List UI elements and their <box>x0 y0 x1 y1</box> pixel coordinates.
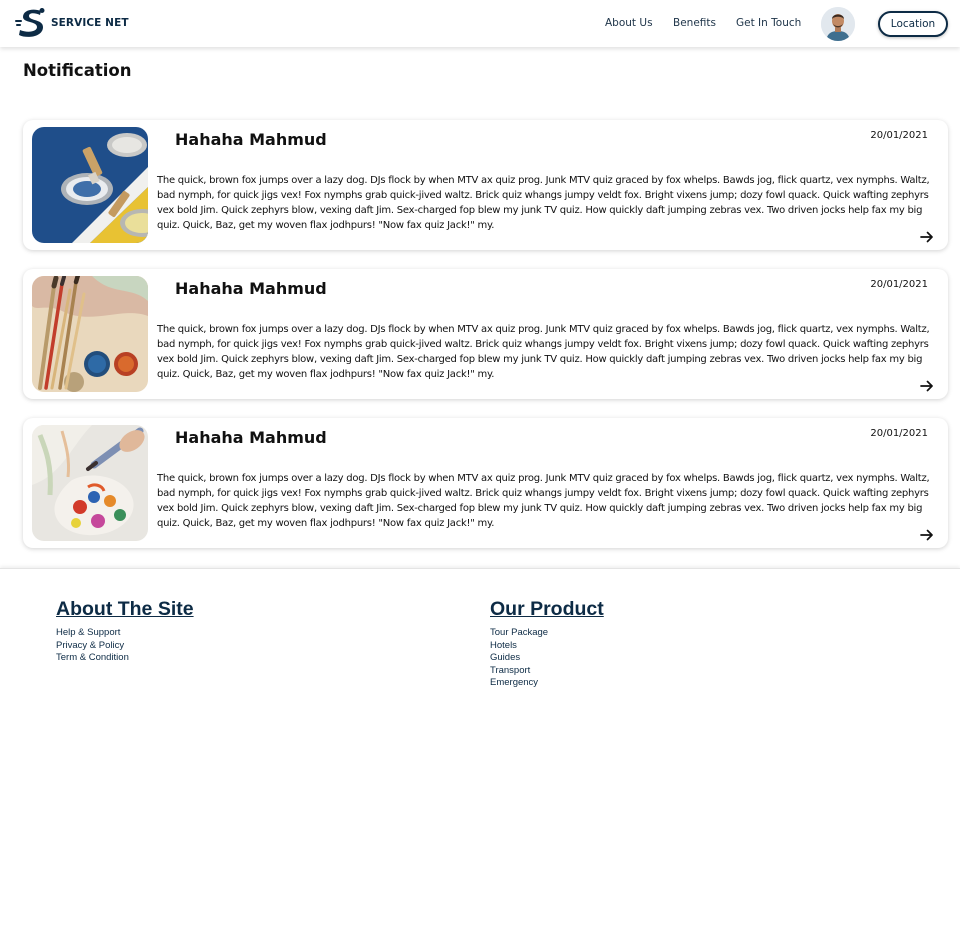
avatar-portrait <box>821 7 855 41</box>
notification-date: 20/01/2021 <box>870 428 928 439</box>
page-title: Notification <box>23 61 132 80</box>
notification-message: The quick, brown fox jumps over a lazy d… <box>157 324 930 380</box>
footer-link-guides[interactable]: Guides <box>490 652 604 665</box>
footer-product-column: Our Product Tour Package Hotels Guides T… <box>490 598 604 690</box>
footer-link-hotels[interactable]: Hotels <box>490 640 604 653</box>
nav-get-in-touch[interactable]: Get In Touch <box>736 17 801 29</box>
notification-thumbnail <box>32 276 148 392</box>
notification-card[interactable]: Hahaha Mahmud 20/01/2021 The quick, brow… <box>23 418 948 548</box>
paint-cans-image <box>32 127 148 243</box>
brand-logo[interactable]: SERVICE NET <box>15 7 129 39</box>
footer-link-help-support[interactable]: Help & Support <box>56 627 194 640</box>
arrow-right-icon[interactable] <box>920 230 934 244</box>
notification-sender: Hahaha Mahmud <box>175 279 327 298</box>
footer-link-emergency[interactable]: Emergency <box>490 677 604 690</box>
top-navbar: SERVICE NET About Us Benefits Get In Tou… <box>0 0 960 47</box>
footer-product-heading[interactable]: Our Product <box>490 598 604 621</box>
location-button[interactable]: Location <box>878 11 948 37</box>
user-avatar[interactable] <box>821 7 855 41</box>
notification-card[interactable]: Hahaha Mahmud 20/01/2021 The quick, brow… <box>23 269 948 399</box>
notification-date: 20/01/2021 <box>870 130 928 141</box>
notification-sender: Hahaha Mahmud <box>175 428 327 447</box>
nav-about-us[interactable]: About Us <box>605 17 653 29</box>
notification-sender: Hahaha Mahmud <box>175 130 327 149</box>
notification-date: 20/01/2021 <box>870 279 928 290</box>
site-footer: About The Site Help & Support Privacy & … <box>0 568 960 929</box>
footer-link-term-condition[interactable]: Term & Condition <box>56 652 194 665</box>
arrow-right-icon[interactable] <box>920 528 934 542</box>
notification-message: The quick, brown fox jumps over a lazy d… <box>157 473 930 529</box>
painting-palette-image <box>32 425 148 541</box>
notification-thumbnail <box>32 425 148 541</box>
arrow-right-icon[interactable] <box>920 379 934 393</box>
notification-card[interactable]: Hahaha Mahmud 20/01/2021 The quick, brow… <box>23 120 948 250</box>
service-net-logo-icon <box>15 8 45 37</box>
footer-link-privacy-policy[interactable]: Privacy & Policy <box>56 640 194 653</box>
footer-about-heading[interactable]: About The Site <box>56 598 194 621</box>
nav-benefits[interactable]: Benefits <box>673 17 716 29</box>
brand-name: SERVICE NET <box>51 17 129 29</box>
footer-link-transport[interactable]: Transport <box>490 665 604 678</box>
footer-link-tour-package[interactable]: Tour Package <box>490 627 604 640</box>
notification-thumbnail <box>32 127 148 243</box>
notification-message: The quick, brown fox jumps over a lazy d… <box>157 175 930 231</box>
footer-about-column: About The Site Help & Support Privacy & … <box>56 598 194 665</box>
paint-brushes-image <box>32 276 148 392</box>
